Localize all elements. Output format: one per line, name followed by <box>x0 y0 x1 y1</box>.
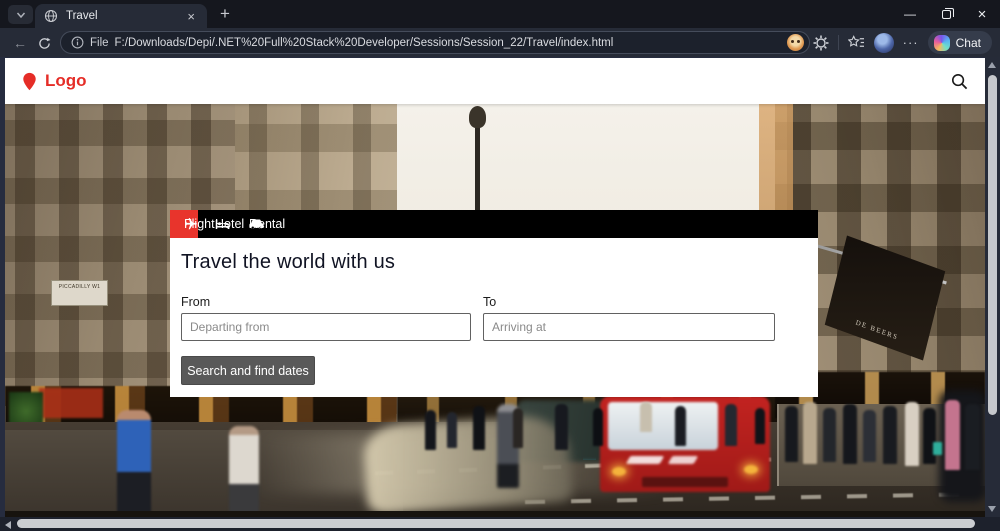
address-bar[interactable]: File F:/Downloads/Depi/.NET%20Full%20Sta… <box>60 31 810 54</box>
back-button[interactable]: ← <box>10 33 30 53</box>
profile-avatar[interactable] <box>874 33 894 53</box>
to-input[interactable] <box>483 313 775 341</box>
vertical-scrollbar-thumb[interactable] <box>988 75 997 415</box>
globe-icon <box>44 9 58 23</box>
pedestrian <box>905 402 919 466</box>
site-header: Logo <box>5 58 985 104</box>
refresh-icon <box>38 37 51 50</box>
from-input[interactable] <box>181 313 471 341</box>
address-url: F:/Downloads/Depi/.NET%20Full%20Stack%20… <box>115 37 782 49</box>
tab-title: Travel <box>66 10 176 22</box>
info-icon <box>71 36 84 49</box>
to-field-group: To <box>483 295 775 341</box>
widget-heading: Travel the world with us <box>181 251 395 274</box>
booking-widget-panel: Travel the world with us From To Search … <box>170 238 818 397</box>
bus-grill <box>642 477 728 487</box>
new-tab-button[interactable]: + <box>214 3 236 25</box>
tab-rental[interactable]: Rental <box>232 210 266 238</box>
pedestrian <box>425 410 436 450</box>
scroll-down-arrow[interactable] <box>988 506 996 512</box>
window-close-button[interactable]: × <box>964 0 1000 28</box>
map-pin-icon <box>22 72 37 91</box>
chat-button[interactable]: Chat <box>928 31 992 54</box>
chat-button-label: Chat <box>956 36 981 50</box>
piccadilly-street-sign: PICCADILLY W1 <box>51 280 108 306</box>
bus-headlight <box>744 465 758 474</box>
browser-toolbar: ← File F:/Downloads/Depi/.NET%20Full%20S… <box>0 28 1000 57</box>
pedestrian <box>923 408 936 464</box>
pedestrian <box>513 408 523 448</box>
pedestrian <box>675 406 686 446</box>
browser-tab-travel[interactable]: Travel × <box>35 4 207 28</box>
pedestrian <box>965 404 980 470</box>
copilot-icon <box>934 35 950 51</box>
extension-gear-icon[interactable] <box>813 35 829 51</box>
tab-hotel[interactable]: Hotel <box>198 210 232 238</box>
site-logo[interactable]: Logo <box>45 71 87 91</box>
pedestrian-blue-jacket <box>117 410 151 514</box>
pedestrian <box>803 402 817 464</box>
minimize-button[interactable]: — <box>892 0 928 28</box>
pedestrian-shopping-bag <box>933 442 942 455</box>
vertical-scrollbar[interactable] <box>985 57 1000 517</box>
search-icon <box>951 73 968 90</box>
toolbar-icon-row: ··· Chat <box>787 31 992 54</box>
search-dates-button[interactable]: Search and find dates <box>181 356 315 385</box>
bus-headlight <box>612 467 626 476</box>
tab-search-button[interactable] <box>8 5 33 24</box>
pedestrian <box>785 406 798 462</box>
browser-titlebar: Travel × + — × <box>0 0 1000 28</box>
pedestrian <box>640 402 652 432</box>
restore-icon <box>942 10 951 19</box>
pedestrian <box>473 406 485 450</box>
pedestrian <box>593 408 603 446</box>
pedestrian <box>755 408 765 444</box>
extension-face-icon[interactable] <box>787 34 804 51</box>
chevron-down-icon <box>16 11 26 19</box>
storefront-red-sign <box>39 388 103 418</box>
pedestrian <box>843 404 857 464</box>
page-viewport: Logo PICCADILLY W1 DE BEERS <box>5 58 985 517</box>
pedestrian-pink-coat <box>945 400 960 470</box>
site-search-button[interactable] <box>951 73 968 90</box>
pedestrian <box>883 406 897 464</box>
pedestrian <box>725 404 737 446</box>
tab-rental-label: Rental <box>249 217 285 231</box>
restore-button[interactable] <box>928 0 964 28</box>
pedestrian-white-coat <box>229 426 259 514</box>
tab-close-button[interactable]: × <box>184 9 198 24</box>
scroll-left-arrow[interactable] <box>5 521 11 529</box>
toolbar-divider <box>838 35 839 50</box>
pedestrian <box>555 404 568 450</box>
scroll-up-arrow[interactable] <box>988 62 996 68</box>
pedestrian <box>823 408 836 462</box>
pedestrian <box>447 412 457 448</box>
refresh-button[interactable] <box>34 33 54 53</box>
pedestrian <box>863 410 876 462</box>
horizontal-scrollbar-thumb[interactable] <box>17 519 975 528</box>
pedestrian-crowd-right <box>783 400 983 488</box>
address-protocol-label: File <box>90 37 109 49</box>
hero-street-photo: PICCADILLY W1 DE BEERS MONEY <box>5 104 985 517</box>
horizontal-scrollbar[interactable] <box>0 517 1000 531</box>
settings-menu-button[interactable]: ··· <box>903 35 919 50</box>
browser-window: Travel × + — × ← File F:/Downloads/Depi/… <box>0 0 1000 531</box>
from-field-group: From <box>181 295 471 341</box>
window-controls: — × <box>892 0 1000 28</box>
to-label: To <box>483 295 775 309</box>
pedestrian-crowd-center <box>425 392 785 458</box>
booking-widget-tabbar: Flight Hotel <box>170 210 818 238</box>
from-label: From <box>181 295 471 309</box>
tab-flight[interactable]: Flight <box>170 210 198 238</box>
favorites-bar-icon[interactable] <box>848 35 865 50</box>
browser-content-area: Logo PICCADILLY W1 DE BEERS <box>0 57 1000 517</box>
